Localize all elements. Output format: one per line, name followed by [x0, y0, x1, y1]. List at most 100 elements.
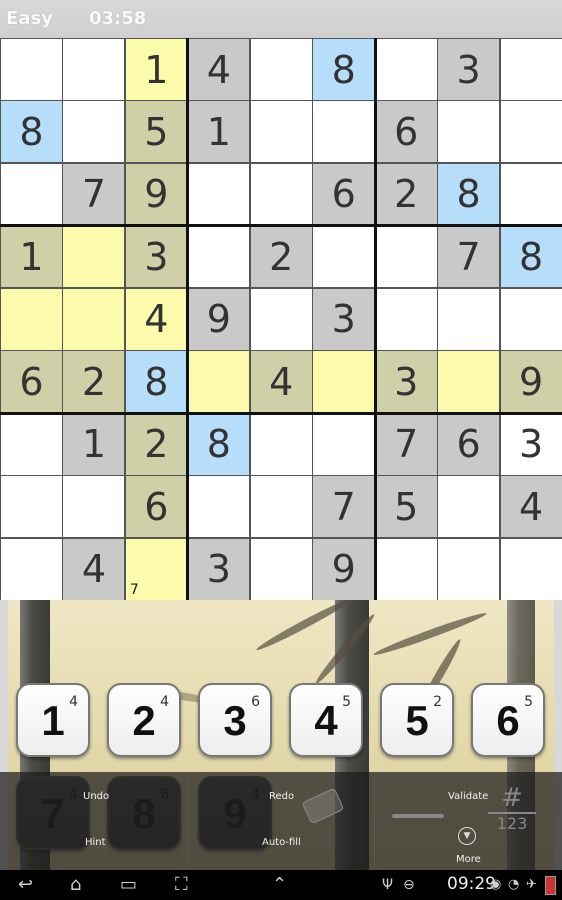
cell-r5-c6[interactable]: 3	[312, 287, 376, 351]
cell-r7-c1[interactable]	[0, 412, 63, 476]
cell-r6-c4[interactable]	[187, 350, 251, 414]
cell-r7-c3[interactable]: 2	[124, 412, 188, 476]
cell-r2-c3[interactable]: 5	[124, 100, 188, 164]
cell-r8-c1[interactable]	[0, 475, 63, 539]
cell-r3-c7[interactable]: 2	[374, 162, 438, 226]
up-icon[interactable]: ⌃	[272, 875, 287, 895]
cell-r7-c6[interactable]	[312, 412, 376, 476]
back-icon[interactable]: ↩	[18, 875, 33, 895]
cell-r8-c2[interactable]	[62, 475, 126, 539]
autofill-button[interactable]: Auto-fill	[188, 821, 374, 870]
cell-r1-c2[interactable]	[62, 38, 126, 101]
pencil-icon[interactable]	[392, 814, 444, 818]
cell-r7-c4[interactable]: 8	[187, 412, 251, 476]
cell-r9-c7[interactable]	[374, 537, 438, 601]
cell-r7-c2[interactable]: 1	[62, 412, 126, 476]
cell-r5-c8[interactable]	[437, 287, 501, 351]
cell-r8-c6[interactable]: 7	[312, 475, 376, 539]
number-key-3[interactable]: 36	[198, 683, 272, 757]
cell-r2-c5[interactable]	[249, 100, 313, 164]
cell-r3-c1[interactable]	[0, 162, 63, 226]
undo-button[interactable]: Undo	[0, 772, 187, 821]
cell-r7-c8[interactable]: 6	[437, 412, 501, 476]
cell-r8-c7[interactable]: 5	[374, 475, 438, 539]
cell-r4-c3[interactable]: 3	[124, 225, 188, 289]
cell-r9-c5[interactable]	[249, 537, 313, 601]
action-menu: Undo Hint Redo Auto-fill Validate ▼ More…	[0, 772, 562, 870]
cell-r8-c3[interactable]: 6	[124, 475, 188, 539]
cell-r3-c4[interactable]	[187, 162, 251, 226]
cell-r6-c6[interactable]	[312, 350, 376, 414]
cell-r9-c8[interactable]	[437, 537, 501, 601]
cell-r6-c2[interactable]: 2	[62, 350, 126, 414]
cell-r3-c5[interactable]	[249, 162, 313, 226]
cell-r1-c7[interactable]	[374, 38, 438, 101]
cell-r4-c4[interactable]	[187, 225, 251, 289]
cell-r6-c8[interactable]	[437, 350, 501, 414]
cell-r1-c3[interactable]: 1	[124, 38, 188, 101]
cell-r6-c1[interactable]: 6	[0, 350, 63, 414]
cell-r8-c5[interactable]	[249, 475, 313, 539]
cell-r7-c9[interactable]: 3	[499, 412, 562, 476]
cell-r5-c2[interactable]	[62, 287, 126, 351]
cell-r9-c9[interactable]	[499, 537, 562, 601]
cell-r1-c5[interactable]	[249, 38, 313, 101]
cell-r3-c3[interactable]: 9	[124, 162, 188, 226]
box-divider-horizontal	[0, 224, 562, 228]
cell-r8-c4[interactable]	[187, 475, 251, 539]
cell-r4-c2[interactable]	[62, 225, 126, 289]
cell-r9-c4[interactable]: 3	[187, 537, 251, 601]
cell-r3-c2[interactable]: 7	[62, 162, 126, 226]
cell-r2-c7[interactable]: 6	[374, 100, 438, 164]
home-icon[interactable]: ⌂	[70, 875, 81, 895]
cell-r2-c2[interactable]	[62, 100, 126, 164]
cell-r3-c8[interactable]: 8	[437, 162, 501, 226]
screenshot-icon[interactable]: ⛶	[175, 875, 188, 895]
cell-r5-c9[interactable]	[499, 287, 562, 351]
number-key-2[interactable]: 24	[107, 683, 181, 757]
cell-r1-c1[interactable]	[0, 38, 63, 101]
cell-r2-c9[interactable]	[499, 100, 562, 164]
cell-r9-c6[interactable]: 9	[312, 537, 376, 601]
cell-r9-c1[interactable]	[0, 537, 63, 601]
cell-r5-c4[interactable]: 9	[187, 287, 251, 351]
notes-icon[interactable]: # 123	[488, 784, 536, 844]
redo-button[interactable]: Redo	[188, 772, 374, 821]
cell-r1-c9[interactable]	[499, 38, 562, 101]
number-key-1[interactable]: 14	[16, 683, 90, 757]
cell-r1-c8[interactable]: 3	[437, 38, 501, 101]
cell-r4-c8[interactable]: 7	[437, 225, 501, 289]
cell-r3-c9[interactable]	[499, 162, 562, 226]
cell-r7-c7[interactable]: 7	[374, 412, 438, 476]
cell-r6-c7[interactable]: 3	[374, 350, 438, 414]
cell-r1-c4[interactable]: 4	[187, 38, 251, 101]
cell-r6-c5[interactable]: 4	[249, 350, 313, 414]
cell-r9-c3[interactable]: 7	[124, 537, 188, 601]
cell-r7-c5[interactable]	[249, 412, 313, 476]
cell-r4-c6[interactable]	[312, 225, 376, 289]
cell-r4-c9[interactable]: 8	[499, 225, 562, 289]
cell-r2-c4[interactable]: 1	[187, 100, 251, 164]
cell-r8-c9[interactable]: 4	[499, 475, 562, 539]
cell-r5-c5[interactable]	[249, 287, 313, 351]
cell-r4-c1[interactable]: 1	[0, 225, 63, 289]
cell-r9-c2[interactable]: 4	[62, 537, 126, 601]
number-key-4[interactable]: 45	[289, 683, 363, 757]
number-key-6[interactable]: 65	[471, 683, 545, 757]
cell-r4-c5[interactable]: 2	[249, 225, 313, 289]
cell-r1-c6[interactable]: 8	[312, 38, 376, 101]
cell-r4-c7[interactable]	[374, 225, 438, 289]
cell-r5-c1[interactable]	[0, 287, 63, 351]
cell-r5-c3[interactable]: 4	[124, 287, 188, 351]
cell-r3-c6[interactable]: 6	[312, 162, 376, 226]
cell-r5-c7[interactable]	[374, 287, 438, 351]
cell-r2-c6[interactable]	[312, 100, 376, 164]
cell-r2-c1[interactable]: 8	[0, 100, 63, 164]
cell-r2-c8[interactable]	[437, 100, 501, 164]
number-key-5[interactable]: 52	[380, 683, 454, 757]
hint-button[interactable]: Hint	[0, 821, 187, 870]
cell-r6-c3[interactable]: 8	[124, 350, 188, 414]
cell-r8-c8[interactable]	[437, 475, 501, 539]
cell-r6-c9[interactable]: 9	[499, 350, 562, 414]
recent-apps-icon[interactable]: ▭	[120, 875, 137, 895]
